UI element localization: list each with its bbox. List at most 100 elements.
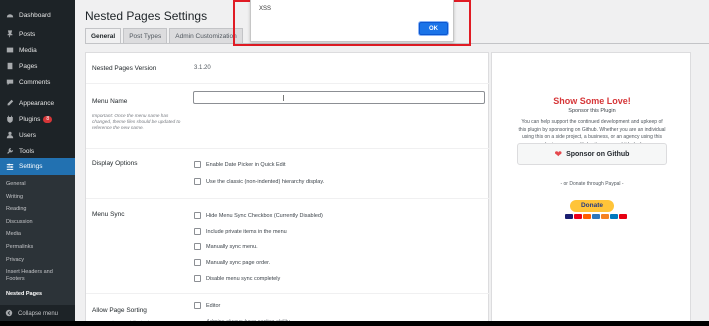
sidebar-item-label: Users: [19, 131, 36, 139]
checkbox-box[interactable]: [194, 212, 201, 219]
hide-menu-sync-checkbox[interactable]: Hide Menu Sync Checkbox (Currently Disab…: [194, 212, 323, 219]
heart-icon: ❤: [554, 148, 563, 159]
page-icon: [5, 62, 14, 71]
user-icon: [5, 131, 14, 140]
submenu-item-media[interactable]: Media: [6, 231, 72, 238]
menu-sync-label: Menu Sync: [92, 211, 125, 218]
visa-icon: [565, 214, 573, 219]
submenu-item-privacy[interactable]: Privacy: [6, 257, 72, 264]
support-panel: Show Some Love! Sponsor this Plugin You …: [491, 52, 691, 326]
sidebar-item-tools[interactable]: Tools: [0, 143, 75, 159]
checkbox-box[interactable]: [194, 275, 201, 282]
amex-icon: [592, 214, 600, 219]
comment-icon: [5, 78, 14, 87]
submenu-item-general[interactable]: General: [6, 181, 72, 188]
menu-name-description: Important: Once the menu name has change…: [92, 113, 181, 130]
checkbox-box[interactable]: [194, 178, 201, 185]
manual-sync-order-checkbox[interactable]: Manually sync page order.: [194, 259, 270, 266]
disable-menu-sync-checkbox[interactable]: Disable menu sync completely: [194, 275, 280, 282]
page-title: Nested Pages Settings: [85, 9, 208, 23]
payment-cards: [565, 214, 627, 219]
sidebar-item-media[interactable]: Media: [0, 42, 75, 58]
checkbox-label: Include private items in the menu: [206, 228, 287, 235]
checkbox-box[interactable]: [194, 161, 201, 168]
support-title: Show Some Love!: [553, 96, 631, 106]
sidebar-item-pages[interactable]: Pages: [0, 58, 75, 74]
tab-post-types[interactable]: Post Types: [123, 28, 168, 44]
include-private-checkbox[interactable]: Include private items in the menu: [194, 228, 287, 235]
checkbox-label: Manually sync menu.: [206, 243, 258, 250]
menu-name-label: Menu Name: [92, 98, 128, 105]
version-value: 3.1.20: [194, 65, 211, 71]
checkbox-label: Use the classic (non-indented) hierarchy…: [206, 178, 325, 185]
sidebar-item-appearance[interactable]: Appearance: [0, 95, 75, 111]
settings-submenu: General Writing Reading Discussion Media…: [0, 175, 75, 305]
collapse-icon: [5, 309, 13, 319]
submenu-item-discussion[interactable]: Discussion: [6, 219, 72, 226]
sidebar-item-users[interactable]: Users: [0, 127, 75, 143]
diners-icon: [610, 214, 618, 219]
collapse-menu-label: Collapse menu: [18, 311, 59, 317]
row-divider: [86, 148, 490, 149]
sidebar-item-comments[interactable]: Comments: [0, 74, 75, 90]
main-content: Nested Pages Settings General Post Types…: [75, 0, 709, 326]
tab-admin-customization[interactable]: Admin Customization: [169, 28, 243, 44]
plugin-icon: [5, 115, 14, 124]
sidebar-item-label: Settings: [19, 163, 43, 170]
bottom-edge: [0, 321, 709, 326]
checkbox-label: Disable menu sync completely: [206, 275, 281, 282]
text-cursor: [283, 95, 284, 101]
discover-icon: [601, 214, 609, 219]
menu-name-input[interactable]: [193, 91, 485, 104]
mastercard-icon: [574, 214, 582, 219]
donate-button[interactable]: Donate: [570, 200, 614, 212]
checkbox-box[interactable]: [194, 259, 201, 266]
sidebar-item-settings[interactable]: Settings: [0, 158, 75, 175]
alert-ok-button[interactable]: OK: [419, 22, 448, 35]
manual-sync-menu-checkbox[interactable]: Manually sync menu.: [194, 243, 258, 250]
sidebar-item-plugins[interactable]: Plugins 8: [0, 111, 75, 127]
row-divider: [86, 293, 490, 294]
checkbox-label: Manually sync page order.: [206, 259, 271, 266]
display-options-label: Display Options: [92, 160, 138, 167]
settings-icon: [5, 162, 14, 171]
checkbox-label: Enable Date Picker in Quick Edit: [206, 161, 286, 168]
tab-general[interactable]: General: [85, 28, 122, 44]
classic-display-checkbox[interactable]: Use the classic (non-indented) hierarchy…: [194, 178, 324, 185]
checkbox-label: Hide Menu Sync Checkbox (Currently Disab…: [206, 212, 323, 219]
collapse-menu-button[interactable]: Collapse menu: [0, 307, 75, 321]
sidebar-item-posts[interactable]: Posts: [0, 26, 75, 42]
settings-tabs: General Post Types Admin Customization: [85, 28, 243, 44]
alert-dialog: XSS OK: [250, 0, 454, 42]
page-sorting-label: Allow Page Sorting: [92, 307, 147, 314]
sidebar-item-label: Appearance: [19, 99, 55, 107]
row-divider: [86, 83, 490, 84]
editor-sorting-checkbox[interactable]: Editor: [194, 302, 220, 309]
pin-icon: [5, 30, 14, 39]
sponsor-label: Sponsor on Github: [566, 150, 630, 158]
checkbox-box[interactable]: [194, 302, 201, 309]
submenu-item-nested-pages[interactable]: Nested Pages: [6, 291, 72, 298]
submenu-item-insert-headers-footers[interactable]: Insert Headers and Footers: [6, 269, 60, 283]
jcb-icon: [619, 214, 627, 219]
media-icon: [5, 46, 14, 55]
alert-message: XSS: [259, 6, 272, 12]
sidebar-item-dashboard[interactable]: Dashboard: [0, 7, 75, 23]
sidebar-item-label: Comments: [19, 78, 51, 86]
date-picker-checkbox[interactable]: Enable Date Picker in Quick Edit: [194, 161, 285, 168]
checkbox-box[interactable]: [194, 228, 201, 235]
plugins-update-badge: 8: [43, 115, 53, 123]
sidebar-item-label: Media: [19, 46, 37, 54]
dashboard-icon: [5, 11, 14, 20]
settings-form: Nested Pages Version 3.1.20 Menu Name Im…: [85, 52, 490, 326]
admin-sidebar: Dashboard Posts Media Pages Comments App…: [0, 0, 75, 326]
submenu-item-permalinks[interactable]: Permalinks: [6, 244, 72, 251]
sponsor-github-button[interactable]: ❤ Sponsor on Github: [517, 143, 667, 165]
submenu-item-reading[interactable]: Reading: [6, 206, 72, 213]
wrench-icon: [5, 147, 14, 156]
checkbox-box[interactable]: [194, 243, 201, 250]
version-label: Nested Pages Version: [92, 65, 157, 72]
sidebar-item-label: Posts: [19, 30, 36, 38]
checkbox-label: Editor: [206, 302, 221, 309]
submenu-item-writing[interactable]: Writing: [6, 194, 72, 201]
